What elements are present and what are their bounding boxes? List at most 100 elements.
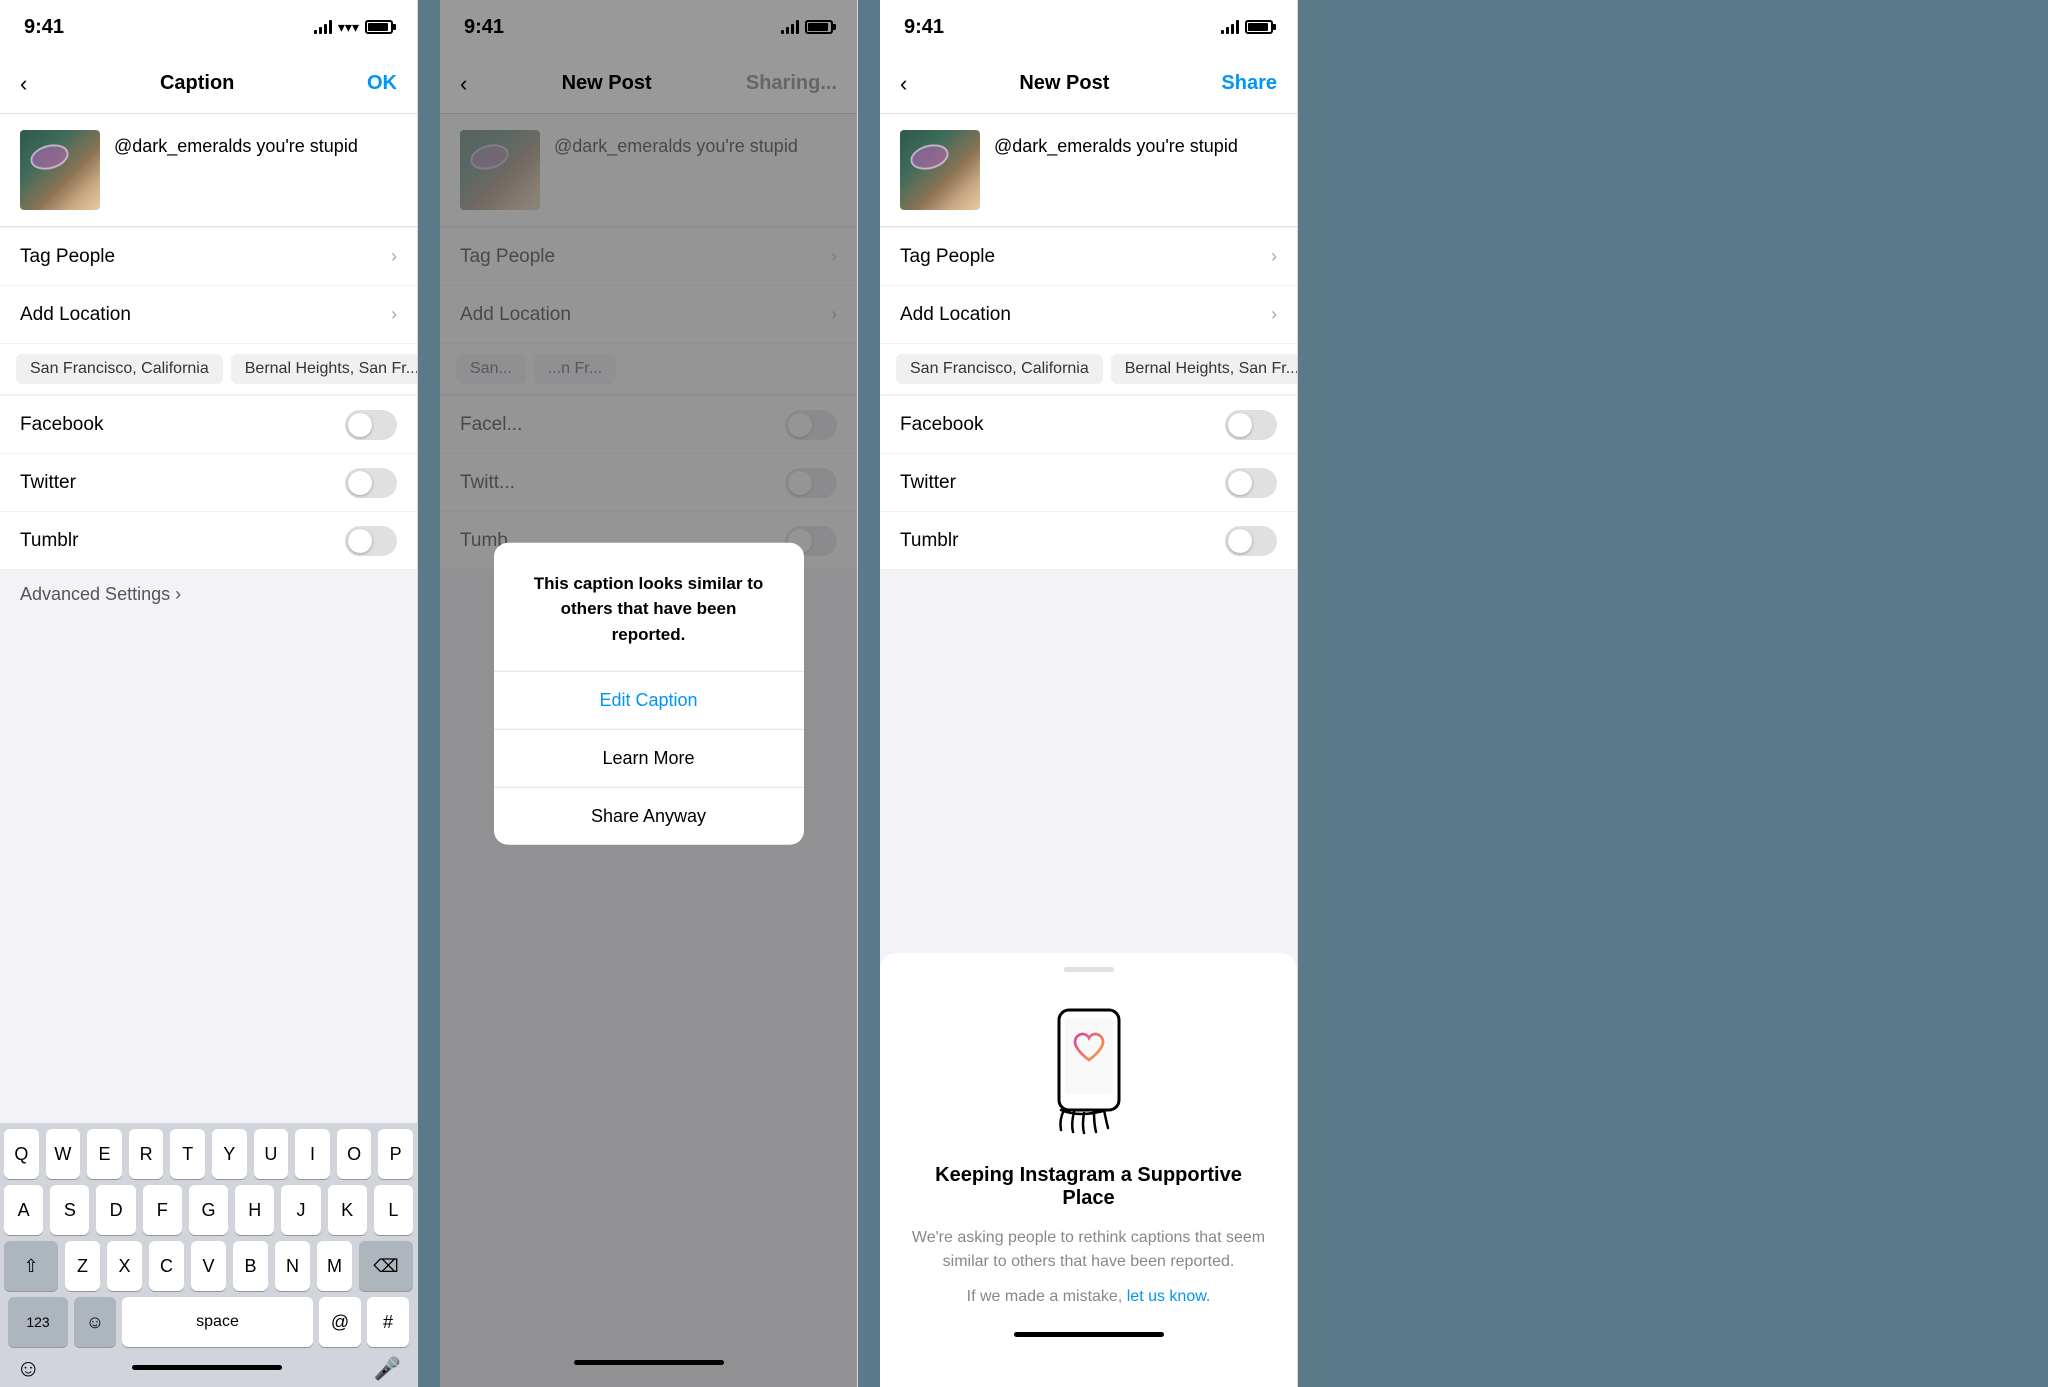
signal-icon-1 bbox=[314, 20, 332, 34]
key-m[interactable]: M bbox=[317, 1241, 352, 1291]
status-bar-1: 9:41 ▾▾▾ bbox=[0, 0, 417, 54]
key-backspace[interactable]: ⌫ bbox=[359, 1241, 413, 1291]
back-button-1[interactable]: ‹ bbox=[20, 71, 27, 97]
key-o[interactable]: O bbox=[337, 1129, 372, 1179]
key-z[interactable]: Z bbox=[65, 1241, 100, 1291]
location-tag-sf[interactable]: San Francisco, California bbox=[16, 354, 223, 384]
key-p[interactable]: P bbox=[378, 1129, 413, 1179]
page-title-1: Caption bbox=[160, 72, 234, 95]
tag-people-item-1[interactable]: Tag People › bbox=[0, 228, 417, 286]
facebook-switch-1[interactable] bbox=[345, 410, 397, 440]
key-l[interactable]: L bbox=[374, 1185, 413, 1235]
key-x[interactable]: X bbox=[107, 1241, 142, 1291]
post-thumbnail-3 bbox=[900, 130, 980, 210]
modal-message: This caption looks similar to others tha… bbox=[494, 542, 804, 672]
location-tag-3b[interactable]: Bernal Heights, San Fr... bbox=[1111, 354, 1297, 384]
key-i[interactable]: I bbox=[295, 1129, 330, 1179]
sheet-title: Keeping Instagram a Supportive Place bbox=[908, 1164, 1269, 1210]
nav-bar-1: ‹ Caption OK bbox=[0, 54, 417, 114]
key-a[interactable]: A bbox=[4, 1185, 43, 1235]
emoji-icon[interactable]: ☺ bbox=[16, 1355, 41, 1383]
bottom-sheet: Keeping Instagram a Supportive Place We'… bbox=[880, 953, 1297, 1387]
key-g[interactable]: G bbox=[189, 1185, 228, 1235]
facebook-switch-3[interactable] bbox=[1225, 410, 1277, 440]
tumblr-toggle-1: Tumblr bbox=[0, 512, 417, 570]
key-h[interactable]: H bbox=[235, 1185, 274, 1235]
key-c[interactable]: C bbox=[149, 1241, 184, 1291]
key-u[interactable]: U bbox=[254, 1129, 289, 1179]
facebook-toggle-3: Facebook bbox=[880, 396, 1297, 454]
home-indicator-3 bbox=[1014, 1332, 1164, 1337]
location-tag-3a[interactable]: San Francisco, California bbox=[896, 354, 1103, 384]
key-emoji[interactable]: ☺ bbox=[74, 1297, 116, 1347]
twitter-switch-1[interactable] bbox=[345, 468, 397, 498]
key-space[interactable]: space bbox=[122, 1297, 313, 1347]
twitter-toggle-3: Twitter bbox=[880, 454, 1297, 512]
key-s[interactable]: S bbox=[50, 1185, 89, 1235]
chevron-icon-6: › bbox=[1271, 304, 1277, 325]
screen-2: 9:41 ‹ New Post Sharing... @dark_emerald… bbox=[440, 0, 858, 1387]
screen-1: 9:41 ▾▾▾ ‹ Caption OK @dark_emeralds you… bbox=[0, 0, 418, 1387]
chevron-icon: › bbox=[391, 246, 397, 267]
key-r[interactable]: R bbox=[129, 1129, 164, 1179]
chevron-icon-2: › bbox=[391, 304, 397, 325]
key-j[interactable]: J bbox=[281, 1185, 320, 1235]
home-indicator-1 bbox=[132, 1365, 282, 1370]
status-icons-3 bbox=[1221, 20, 1273, 34]
social-toggles-3: Facebook Twitter Tumblr bbox=[880, 396, 1297, 570]
modal-dialog: This caption looks similar to others tha… bbox=[494, 542, 804, 845]
key-at[interactable]: @ bbox=[319, 1297, 361, 1347]
chevron-icon-5: › bbox=[1271, 246, 1277, 267]
learn-more-button[interactable]: Learn More bbox=[494, 730, 804, 788]
key-b[interactable]: B bbox=[233, 1241, 268, 1291]
battery-icon-1 bbox=[365, 20, 393, 34]
sheet-link-text: If we made a mistake, bbox=[967, 1288, 1123, 1305]
phone-illustration bbox=[908, 1000, 1269, 1140]
add-location-item-3[interactable]: Add Location › bbox=[880, 286, 1297, 344]
key-k[interactable]: K bbox=[328, 1185, 367, 1235]
twitter-switch-3[interactable] bbox=[1225, 468, 1277, 498]
key-123[interactable]: 123 bbox=[8, 1297, 68, 1347]
share-button[interactable]: Share bbox=[1221, 72, 1277, 95]
key-q[interactable]: Q bbox=[4, 1129, 39, 1179]
add-location-item-1[interactable]: Add Location › bbox=[0, 286, 417, 344]
share-anyway-button[interactable]: Share Anyway bbox=[494, 788, 804, 845]
key-w[interactable]: W bbox=[46, 1129, 81, 1179]
key-hash[interactable]: # bbox=[367, 1297, 409, 1347]
phone-with-heart-icon bbox=[1039, 1000, 1139, 1140]
let-us-know-link[interactable]: let us know. bbox=[1127, 1288, 1211, 1305]
tumblr-switch-3[interactable] bbox=[1225, 526, 1277, 556]
keyboard-row-2: A S D F G H J K L bbox=[0, 1179, 417, 1235]
sheet-description: We're asking people to rethink captions … bbox=[908, 1226, 1269, 1274]
tumblr-switch-1[interactable] bbox=[345, 526, 397, 556]
mic-icon[interactable]: 🎤 bbox=[374, 1356, 401, 1382]
twitter-toggle-1: Twitter bbox=[0, 454, 417, 512]
key-y[interactable]: Y bbox=[212, 1129, 247, 1179]
page-title-3: New Post bbox=[1019, 72, 1109, 95]
ok-button[interactable]: OK bbox=[367, 72, 397, 95]
keyboard-row-4: 123 ☺ space @ # bbox=[0, 1291, 417, 1351]
key-t[interactable]: T bbox=[170, 1129, 205, 1179]
status-time-3: 9:41 bbox=[904, 16, 944, 39]
location-tag-bh[interactable]: Bernal Heights, San Fr... bbox=[231, 354, 417, 384]
key-f[interactable]: F bbox=[143, 1185, 182, 1235]
status-time-1: 9:41 bbox=[24, 16, 64, 39]
keyboard-1: Q W E R T Y U I O P A S D F G H J K L ⇧ … bbox=[0, 1123, 417, 1387]
social-toggles-1: Facebook Twitter Tumblr bbox=[0, 396, 417, 570]
advanced-settings-1[interactable]: Advanced Settings › bbox=[0, 570, 417, 619]
back-button-3[interactable]: ‹ bbox=[900, 71, 907, 97]
key-d[interactable]: D bbox=[96, 1185, 135, 1235]
key-v[interactable]: V bbox=[191, 1241, 226, 1291]
location-tags-1: San Francisco, California Bernal Heights… bbox=[0, 344, 417, 395]
edit-caption-button[interactable]: Edit Caption bbox=[494, 672, 804, 730]
key-n[interactable]: N bbox=[275, 1241, 310, 1291]
menu-section-3: Tag People › Add Location › bbox=[880, 228, 1297, 344]
post-caption-1[interactable]: @dark_emeralds you're stupid bbox=[114, 130, 397, 159]
tag-people-item-3[interactable]: Tag People › bbox=[880, 228, 1297, 286]
key-shift[interactable]: ⇧ bbox=[4, 1241, 58, 1291]
tumblr-toggle-3: Tumblr bbox=[880, 512, 1297, 570]
sheet-link: If we made a mistake, let us know. bbox=[908, 1288, 1269, 1306]
battery-icon-3 bbox=[1245, 20, 1273, 34]
status-icons-1: ▾▾▾ bbox=[314, 19, 393, 36]
key-e[interactable]: E bbox=[87, 1129, 122, 1179]
